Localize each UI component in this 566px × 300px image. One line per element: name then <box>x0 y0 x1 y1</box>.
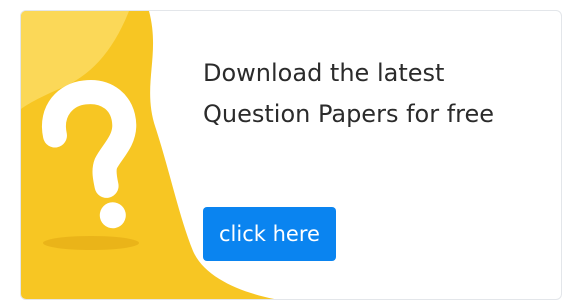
promo-text: Download the latest Question Papers for … <box>203 53 523 135</box>
question-shadow <box>43 236 139 250</box>
promo-headline: Download the latest Question Papers for … <box>203 59 495 128</box>
click-here-button[interactable]: click here <box>203 207 336 261</box>
promo-card: Download the latest Question Papers for … <box>20 10 562 300</box>
